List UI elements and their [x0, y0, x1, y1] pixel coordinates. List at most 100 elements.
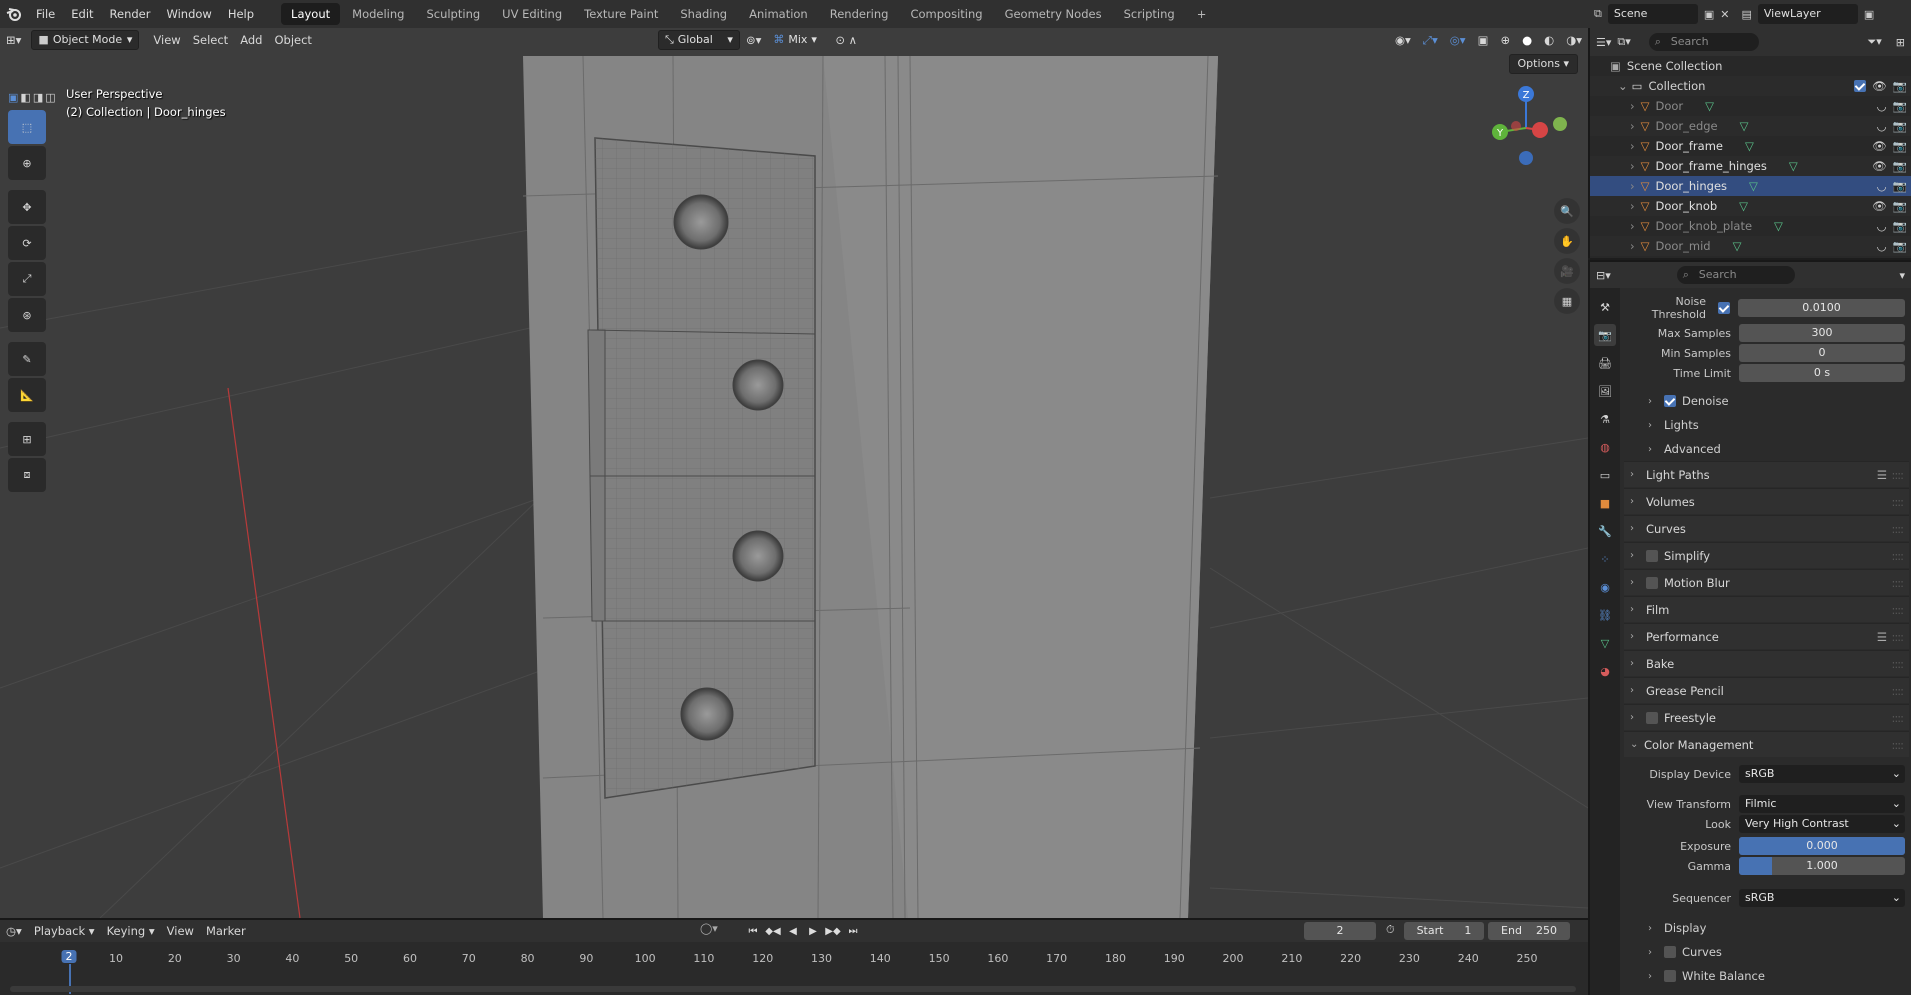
view-layer-tab-icon[interactable]: 🖼: [1594, 380, 1616, 402]
chevron-right-icon[interactable]: ›: [1630, 116, 1635, 136]
render-panel-header[interactable]: › Curves::::: [1624, 515, 1909, 541]
render-panel-header[interactable]: › Freestyle::::: [1624, 704, 1909, 730]
add-cube-tool[interactable]: ⊞: [8, 422, 46, 456]
pan-hand-icon[interactable]: ✋: [1554, 228, 1580, 254]
chevron-right-icon[interactable]: ›: [1630, 216, 1635, 236]
overlay-toggle-icon[interactable]: ◎▾: [1444, 30, 1472, 50]
chevron-right-icon[interactable]: ›: [1630, 236, 1635, 256]
stopwatch-icon[interactable]: ⏱: [1386, 923, 1395, 937]
camera-icon[interactable]: 📷: [1893, 196, 1907, 216]
blender-logo-icon[interactable]: [0, 0, 28, 28]
viewport-menu-view[interactable]: View: [147, 30, 186, 50]
outliner-object-row[interactable]: › ▽ Door_knob ▽ 👁 📷: [1590, 196, 1911, 216]
outliner-object-row[interactable]: › ▽ Door_mid ▽ ◡ 📷: [1590, 236, 1911, 256]
mesh-data-icon[interactable]: ▽: [1705, 96, 1714, 116]
proportional-editing-icon[interactable]: ⊙ ∧: [829, 30, 863, 50]
timeline-menu-marker[interactable]: Marker: [200, 921, 252, 941]
transform-tool[interactable]: ⊛: [8, 298, 46, 332]
chevron-right-icon[interactable]: ›: [1630, 96, 1635, 116]
constraints-tab-icon[interactable]: ⛓: [1594, 604, 1616, 626]
panel-enable-checkbox[interactable]: [1646, 711, 1658, 724]
mesh-data-icon[interactable]: ▽: [1749, 176, 1758, 196]
min-samples-field[interactable]: 0: [1739, 344, 1905, 362]
mesh-data-icon[interactable]: ▽: [1739, 196, 1748, 216]
timeline-scrollbar[interactable]: [10, 986, 1576, 992]
editor-type-icon[interactable]: ⊞▾: [0, 30, 27, 50]
properties-search-input[interactable]: ⌕ Search: [1676, 266, 1795, 284]
drag-handle-icon[interactable]: ::::: [1892, 576, 1904, 590]
gizmo-toggle-icon[interactable]: ⤢▾: [1417, 30, 1444, 50]
workspace-tab-scripting[interactable]: Scripting: [1114, 3, 1185, 25]
eye-icon[interactable]: 👁: [1872, 136, 1887, 156]
workspace-tab-geometry-nodes[interactable]: Geometry Nodes: [995, 3, 1112, 25]
select-extend-icon[interactable]: ◧: [20, 91, 30, 104]
editor-type-icon[interactable]: ☰▾: [1596, 36, 1611, 49]
auto-keying-icon[interactable]: ◯▾: [700, 922, 718, 935]
chevron-down-icon[interactable]: ▾: [1899, 269, 1905, 282]
display-mode-icon[interactable]: ⧉▾: [1617, 35, 1630, 49]
eye-closed-icon[interactable]: ◡: [1877, 236, 1887, 256]
zoom-icon[interactable]: 🔍: [1554, 198, 1580, 224]
cursor-tool[interactable]: ⊕: [8, 146, 46, 180]
view-layer-name-field[interactable]: ViewLayer: [1757, 4, 1858, 24]
camera-icon[interactable]: 📷: [1893, 216, 1907, 236]
mode-dropdown[interactable]: ■ Object Mode ▾: [31, 30, 140, 50]
menu-edit[interactable]: Edit: [63, 0, 101, 28]
menu-render[interactable]: Render: [102, 0, 159, 28]
add-object-tool[interactable]: ⧈: [8, 458, 46, 492]
view-transform-dropdown[interactable]: Filmic ⌄: [1739, 795, 1905, 813]
xray-toggle-icon[interactable]: ▣: [1472, 30, 1495, 50]
camera-icon[interactable]: 📷: [1893, 136, 1907, 156]
menu-help[interactable]: Help: [220, 0, 262, 28]
menu-window[interactable]: Window: [158, 0, 219, 28]
chevron-down-icon[interactable]: ⌄: [1618, 76, 1628, 96]
data-tab-icon[interactable]: ▽: [1594, 632, 1616, 654]
material-tab-icon[interactable]: ◕: [1594, 660, 1616, 682]
visibility-icon[interactable]: ◉▾: [1389, 30, 1417, 50]
mesh-data-icon[interactable]: ▽: [1774, 216, 1783, 236]
object-tab-icon[interactable]: ■: [1594, 492, 1616, 514]
tool-tab-icon[interactable]: ⚒: [1594, 296, 1616, 318]
scene-tab-icon[interactable]: ⚗: [1594, 408, 1616, 430]
particles-tab-icon[interactable]: ⁘: [1594, 548, 1616, 570]
workspace-tab-animation[interactable]: Animation: [739, 3, 818, 25]
eye-icon[interactable]: 👁: [1872, 76, 1887, 96]
viewport-menu-object[interactable]: Object: [268, 30, 317, 50]
measure-tool[interactable]: 📐: [8, 378, 46, 412]
workspace-tab-texture-paint[interactable]: Texture Paint: [574, 3, 668, 25]
new-scene-icon[interactable]: ▣: [1704, 8, 1714, 21]
select-intersect-icon[interactable]: ◫: [45, 91, 55, 104]
timeline-menu-playback[interactable]: Playback ▾: [28, 921, 101, 941]
color-management-subpanel-header[interactable]: › Curves: [1624, 940, 1909, 964]
noise-threshold-field[interactable]: 0.0100: [1738, 299, 1905, 317]
scale-tool[interactable]: ⤢: [8, 262, 46, 296]
eye-icon[interactable]: 👁: [1872, 196, 1887, 216]
viewport-menu-select[interactable]: Select: [187, 30, 234, 50]
color-management-subpanel-header[interactable]: › Display: [1624, 916, 1909, 940]
drag-handle-icon[interactable]: ::::: [1892, 522, 1904, 536]
end-frame-field[interactable]: End 250: [1488, 922, 1570, 940]
select-new-icon[interactable]: ▣: [8, 91, 18, 104]
noise-threshold-checkbox[interactable]: [1718, 302, 1730, 314]
workspace-tab-modeling[interactable]: Modeling: [342, 3, 414, 25]
eye-closed-icon[interactable]: ◡: [1877, 216, 1887, 236]
mesh-data-icon[interactable]: ▽: [1789, 156, 1798, 176]
physics-tab-icon[interactable]: ◉: [1594, 576, 1616, 598]
snap-dropdown[interactable]: ⌘ Mix ▾: [767, 30, 829, 50]
editor-type-icon[interactable]: ⊟▾: [1596, 269, 1611, 282]
color-management-subpanel-header[interactable]: › White Balance: [1624, 964, 1909, 988]
camera-icon[interactable]: 📷: [1893, 236, 1907, 256]
gamma-slider[interactable]: 1.000: [1739, 857, 1905, 875]
sampling-subpanel-header[interactable]: › Advanced: [1624, 437, 1909, 461]
render-panel-header[interactable]: › Grease Pencil::::: [1624, 677, 1909, 703]
shading-material-icon[interactable]: ◐: [1538, 30, 1560, 50]
max-samples-field[interactable]: 300: [1739, 324, 1905, 342]
chevron-right-icon[interactable]: ›: [1630, 136, 1635, 156]
menu-file[interactable]: File: [28, 0, 63, 28]
drag-handle-icon[interactable]: ::::: [1892, 738, 1904, 752]
outliner-object-row[interactable]: › ▽ Door_hinges ▽ ◡ 📷: [1590, 176, 1911, 196]
outliner-object-row[interactable]: › ▽ Door_knob_plate ▽ ◡ 📷: [1590, 216, 1911, 236]
timeline-menu-view[interactable]: View: [161, 921, 200, 941]
workspace-tab-rendering[interactable]: Rendering: [820, 3, 899, 25]
camera-icon[interactable]: 📷: [1893, 116, 1907, 136]
